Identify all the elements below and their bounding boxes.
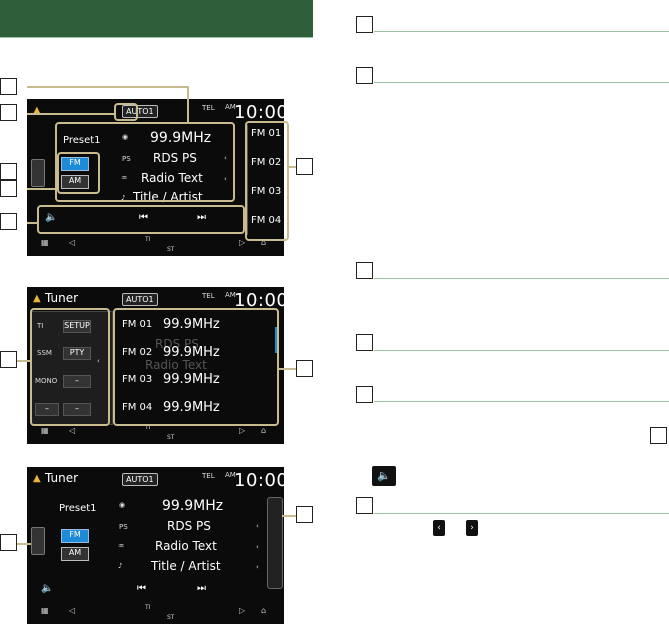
left-arrow-button-icon: ‹ — [433, 520, 445, 536]
section-rule — [374, 82, 669, 83]
section-rule — [374, 401, 669, 402]
callout-number-box — [356, 497, 373, 514]
radio-text-icon: ♒ — [118, 542, 125, 550]
leader-line — [17, 360, 30, 362]
callout-number-box — [296, 158, 313, 175]
leader-line — [279, 368, 296, 370]
artist-icon: ♪ — [118, 562, 123, 570]
preset-label: Preset1 — [59, 503, 97, 514]
antenna-icon: ▲ — [33, 293, 41, 304]
screen-title: Tuner — [45, 291, 79, 305]
chevron-left-icon[interactable]: ‹ — [256, 563, 259, 571]
clock: 10:00 — [234, 470, 284, 491]
callout-number-box — [296, 506, 313, 523]
auto-button[interactable]: AUTO1 — [122, 293, 158, 306]
tuner-screen-3: ▲ Tuner AUTO1 TEL AM 10:00 Preset1 ◉ 99.… — [27, 467, 284, 624]
back-icon[interactable]: ◁ — [69, 238, 75, 247]
radio-text: Radio Text — [155, 539, 217, 553]
side-tab[interactable] — [31, 527, 45, 555]
preset-drawer-tab[interactable] — [267, 497, 283, 589]
callout-number-box — [0, 104, 17, 121]
callout-number-box — [0, 163, 17, 180]
callout-number-box — [650, 427, 667, 444]
back-icon[interactable]: ◁ — [69, 426, 75, 435]
callout-frame-presets — [245, 121, 289, 241]
fm-band-button[interactable]: FM — [61, 529, 89, 543]
section-rule — [374, 513, 669, 514]
callout-number-box — [356, 262, 373, 279]
callout-frame-auto — [114, 103, 138, 121]
st-indicator: ST — [167, 614, 175, 621]
section-rule — [374, 31, 669, 32]
antenna-icon: ▲ — [33, 473, 41, 484]
clock: 10:00 — [234, 102, 284, 123]
forward-icon[interactable]: ▷ — [239, 606, 245, 615]
scroll-icon: ◉ — [119, 501, 126, 509]
tel-indicator: TEL — [202, 104, 215, 112]
rds-ps: RDS PS — [167, 519, 211, 533]
callout-number-box — [0, 534, 17, 551]
apps-icon[interactable]: ▦ — [41, 426, 49, 435]
home-icon[interactable]: ⌂ — [261, 606, 266, 615]
callout-frame-band — [57, 152, 100, 194]
chevron-left-icon[interactable]: ‹ — [256, 522, 259, 530]
leader-line — [27, 113, 114, 115]
callout-number-box — [0, 351, 17, 368]
previous-icon[interactable]: ⏮ — [137, 583, 146, 594]
chevron-left-icon[interactable]: ‹ — [256, 543, 259, 551]
back-icon[interactable]: ◁ — [69, 606, 75, 615]
callout-number-box — [296, 360, 313, 377]
tel-indicator: TEL — [202, 292, 215, 300]
callout-number-box — [0, 78, 17, 95]
callout-number-box — [356, 334, 373, 351]
am-band-button[interactable]: AM — [61, 547, 89, 561]
ti-indicator: TI — [145, 236, 151, 243]
callout-frame-controls — [37, 205, 245, 234]
section-rule — [374, 278, 669, 279]
section-header-bar — [0, 0, 313, 37]
tel-indicator: TEL — [202, 472, 215, 480]
next-icon[interactable]: ⏭ — [197, 583, 206, 594]
side-tab[interactable] — [31, 159, 45, 187]
mute-button-icon: 🔈 — [372, 466, 396, 486]
title-artist: Title / Artist — [151, 559, 221, 573]
callout-number-box — [356, 67, 373, 84]
callout-frame-functions — [30, 308, 110, 426]
auto-button[interactable]: AUTO1 — [122, 473, 158, 486]
callout-number-box — [356, 386, 373, 403]
callout-frame-preset-list — [113, 308, 279, 426]
st-indicator: ST — [167, 434, 175, 441]
forward-icon[interactable]: ▷ — [239, 238, 245, 247]
leader-line — [27, 188, 57, 190]
home-icon[interactable]: ⌂ — [261, 426, 266, 435]
leader-line — [282, 515, 296, 517]
leader-line — [187, 86, 189, 122]
leader-line — [17, 543, 31, 545]
right-arrow-button-icon: › — [466, 520, 478, 536]
ps-label: PS — [119, 523, 128, 531]
header-underline — [0, 37, 313, 38]
screen-title: Tuner — [45, 471, 79, 485]
leader-line — [27, 222, 37, 224]
section-rule — [374, 350, 669, 351]
forward-icon[interactable]: ▷ — [239, 426, 245, 435]
leader-line — [27, 86, 189, 88]
callout-number-box — [356, 16, 373, 33]
callout-number-box — [0, 213, 17, 230]
mute-icon[interactable]: 🔈 — [41, 583, 53, 594]
apps-icon[interactable]: ▦ — [41, 238, 49, 247]
callout-number-box — [0, 180, 17, 197]
ti-indicator: TI — [145, 604, 151, 611]
st-indicator: ST — [167, 246, 175, 253]
apps-icon[interactable]: ▦ — [41, 606, 49, 615]
frequency: 99.9MHz — [162, 498, 224, 514]
